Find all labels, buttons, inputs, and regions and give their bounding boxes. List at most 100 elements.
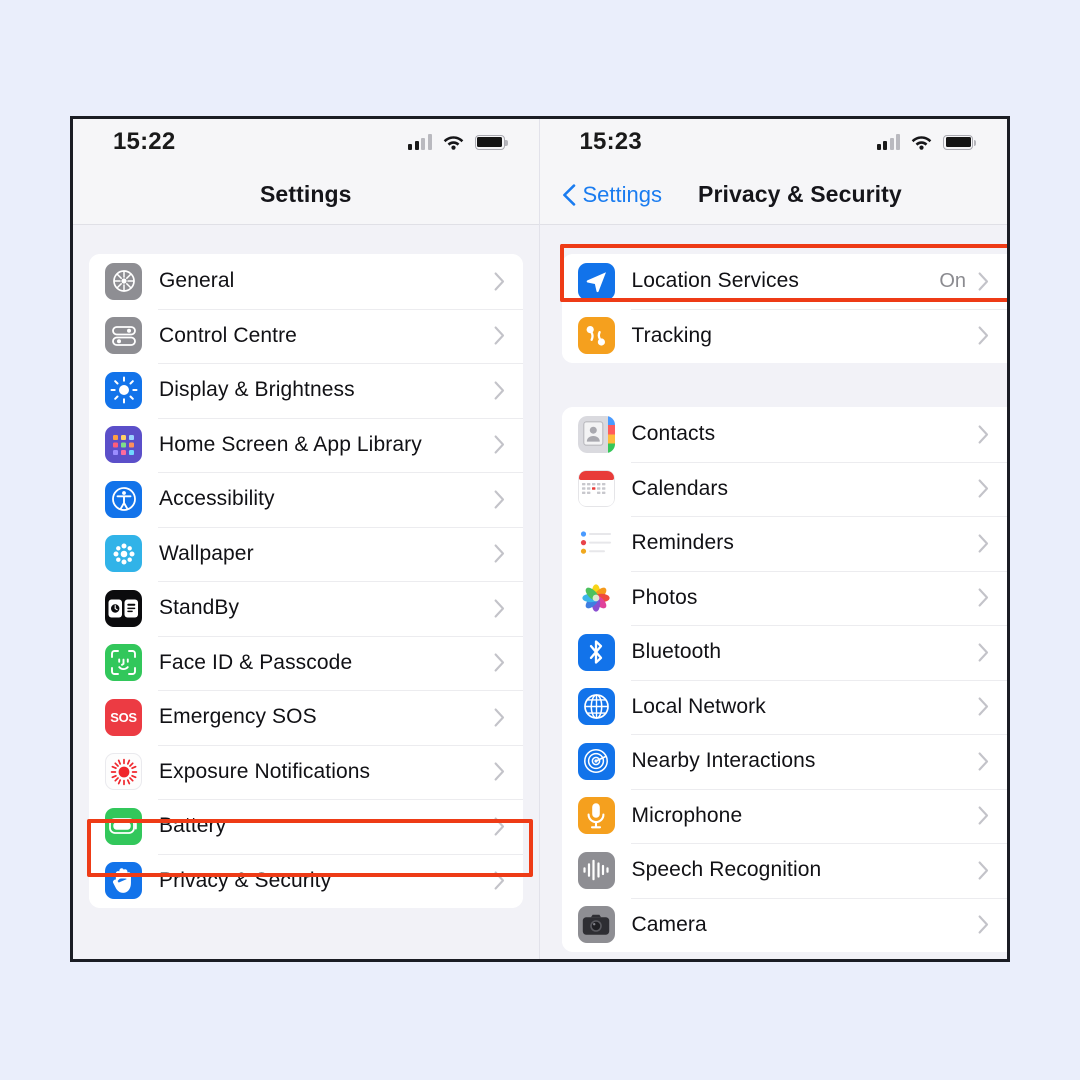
chevron-left-icon <box>562 183 576 206</box>
list-item[interactable]: Exposure Notifications <box>89 744 523 799</box>
list-item-label: Privacy & Security <box>159 868 332 892</box>
chevron-right-icon <box>494 490 505 509</box>
list-item[interactable]: Control Centre <box>89 308 523 363</box>
microphone-icon <box>577 797 615 835</box>
nearby-interactions-icon <box>577 742 615 780</box>
chevron-right-icon <box>494 653 505 672</box>
list-item-accessory <box>494 490 523 509</box>
list-item[interactable]: StandBy <box>89 581 523 636</box>
list-item-accessory <box>978 425 1007 444</box>
bluetooth-icon <box>577 633 615 671</box>
home-screen-app-library-icon <box>105 426 142 464</box>
list-item[interactable]: General <box>89 254 523 309</box>
nav-bar-left: Settings <box>73 165 539 225</box>
chevron-right-icon <box>494 381 505 400</box>
nav-bar-right: Settings Privacy & Security <box>539 165 1007 225</box>
list-item-value: On <box>939 269 966 292</box>
list-item-accessory <box>978 697 1007 716</box>
chevron-right-icon <box>978 861 989 880</box>
list-item[interactable]: Battery <box>89 799 523 854</box>
status-time: 15:23 <box>579 128 642 155</box>
list-item-accessory <box>494 599 523 618</box>
list-item-accessory <box>978 534 1007 553</box>
calendars-icon <box>577 470 615 508</box>
list-item[interactable]: Accessibility <box>89 472 523 527</box>
privacy-security-hand-icon <box>105 862 142 900</box>
list-item-accessory <box>494 435 523 454</box>
list-item-accessory <box>978 588 1007 607</box>
reminders-icon <box>578 525 615 562</box>
list-item-accessory <box>494 381 523 400</box>
list-item-accessory <box>494 817 523 836</box>
list-item[interactable]: Camera <box>561 897 1007 952</box>
list-item-accessory <box>494 762 523 781</box>
chevron-right-icon <box>494 762 505 781</box>
status-icons <box>876 134 976 150</box>
list-item-accessory <box>494 544 523 563</box>
list-item[interactable]: Microphone <box>561 788 1007 843</box>
list-item-accessory <box>978 806 1007 825</box>
list-item[interactable]: Nearby Interactions <box>561 734 1007 789</box>
accessibility-icon <box>105 480 142 518</box>
chevron-right-icon <box>494 817 505 836</box>
back-button[interactable]: Settings <box>562 182 662 208</box>
list-item-label: Display & Brightness <box>159 378 355 402</box>
list-item[interactable]: Calendars <box>561 461 1007 516</box>
contacts-icon <box>577 415 615 453</box>
chevron-right-icon <box>978 479 989 498</box>
chevron-right-icon <box>494 871 505 890</box>
local-network-globe-icon <box>577 688 615 726</box>
list-item[interactable]: Local Network <box>561 679 1007 734</box>
list-item[interactable]: Speech Recognition <box>561 843 1007 898</box>
list-item[interactable]: Photos <box>561 570 1007 625</box>
camera-icon <box>577 906 615 944</box>
chevron-right-icon <box>494 708 505 727</box>
list-item[interactable]: SOS Emergency SOS <box>89 690 523 745</box>
list-item[interactable]: Contacts <box>561 407 1007 462</box>
list-item[interactable]: Reminders <box>561 516 1007 571</box>
list-item-label: Local Network <box>631 694 766 718</box>
speech-recognition-icon <box>577 851 615 889</box>
list-item-label: StandBy <box>159 596 240 620</box>
battery-icon <box>105 807 142 845</box>
list-item[interactable]: Bluetooth <box>561 625 1007 680</box>
list-item-label: Exposure Notifications <box>159 759 371 783</box>
list-item[interactable]: Wallpaper <box>89 526 523 581</box>
list-item[interactable]: Home Screen & App Library <box>89 417 523 472</box>
list-item-label: Control Centre <box>159 323 297 347</box>
list-item[interactable]: Display & Brightness <box>89 363 523 418</box>
chevron-right-icon <box>978 806 989 825</box>
list-item[interactable]: Privacy & Security <box>89 853 523 908</box>
chevron-right-icon <box>494 435 505 454</box>
emergency-sos-icon: SOS <box>105 698 142 736</box>
list-item-label: Microphone <box>631 803 743 827</box>
chevron-right-icon <box>978 272 989 291</box>
list-item-label: Emergency SOS <box>159 705 317 729</box>
location-services-arrow-icon <box>577 262 615 300</box>
list-item-label: Face ID & Passcode <box>159 650 353 674</box>
list-item-accessory <box>978 861 1007 880</box>
list-item-label: Location Services <box>631 269 799 293</box>
list-item-accessory: On <box>939 270 1007 293</box>
status-bar-left: 15:22 <box>73 119 539 165</box>
list-item-label: Photos <box>631 585 698 609</box>
list-item[interactable]: Tracking <box>561 308 1007 363</box>
list-item-label: Tracking <box>631 323 713 347</box>
list-item-accessory <box>494 272 523 291</box>
chevron-right-icon <box>978 425 989 444</box>
standby-icon <box>105 589 142 627</box>
settings-screen: 15:22 Settings General Control Centre Disp… <box>73 119 540 959</box>
list-item-label: Home Screen & App Library <box>159 432 422 456</box>
page-title: Privacy & Security <box>698 181 902 207</box>
list-item[interactable]: Location Services On <box>561 254 1007 309</box>
list-item-label: Camera <box>631 912 707 936</box>
status-icons <box>408 134 508 150</box>
exposure-notifications-icon <box>105 753 142 791</box>
list-item-accessory <box>494 871 523 890</box>
settings-card: General Control Centre Display & Brightnes… <box>89 254 523 908</box>
tracking-icon <box>577 317 615 355</box>
status-time: 15:22 <box>113 128 176 155</box>
face-id-passcode-icon <box>105 644 142 682</box>
list-item-label: Speech Recognition <box>631 858 822 882</box>
list-item[interactable]: Face ID & Passcode <box>89 635 523 690</box>
